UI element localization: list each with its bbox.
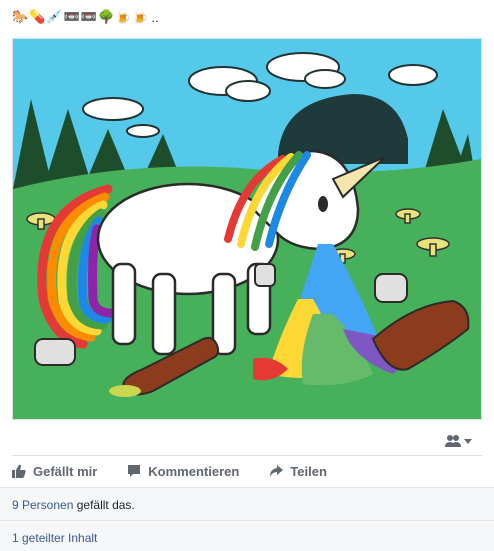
shares-row: 1 geteilter Inhalt bbox=[12, 530, 97, 546]
ellipsis: .. bbox=[151, 10, 159, 25]
beer-icon: 🍺 bbox=[132, 10, 149, 25]
cassette-icon: 📼 bbox=[63, 10, 80, 25]
chevron-down-icon bbox=[464, 438, 472, 444]
post-action-bar: Gefällt mir Kommentieren Teilen bbox=[12, 456, 482, 486]
post-text-emoji: 🐎 💊 💉 📼 📼 🌳 🍺 🍺 .. bbox=[12, 8, 159, 28]
comment-icon bbox=[128, 465, 141, 477]
tree-icon: 🌳 bbox=[97, 10, 115, 25]
likes-row: 9 Personen gefällt das. bbox=[12, 497, 135, 513]
like-label: Gefällt mir bbox=[33, 463, 98, 479]
likes-summary: 9 Personen gefällt das. bbox=[0, 487, 494, 521]
audience-selector[interactable] bbox=[445, 434, 472, 448]
like-button[interactable]: Gefällt mir bbox=[12, 464, 97, 479]
likes-suffix: gefällt das. bbox=[73, 498, 135, 512]
shares-link[interactable]: 1 geteilter Inhalt bbox=[12, 531, 97, 545]
likers-link[interactable]: 9 Personen bbox=[12, 498, 73, 512]
comment-label: Kommentieren bbox=[148, 463, 240, 479]
shares-summary: 1 geteilter Inhalt bbox=[0, 520, 494, 551]
horse-icon: 🐎 bbox=[12, 10, 29, 25]
facebook-post: 🐎 💊 💉 📼 📼 🌳 🍺 🍺 .. Gefällt mir Kommentie… bbox=[0, 0, 494, 551]
cassette-icon: 📼 bbox=[80, 10, 97, 25]
thumbs-up-icon bbox=[12, 464, 26, 478]
comment-button[interactable]: Kommentieren bbox=[127, 464, 239, 479]
share-button[interactable]: Teilen bbox=[269, 464, 327, 479]
share-label: Teilen bbox=[290, 463, 327, 479]
pill-icon: 💊 bbox=[29, 10, 46, 25]
share-icon bbox=[270, 465, 284, 477]
friends-icon bbox=[445, 435, 461, 447]
beer-icon: 🍺 bbox=[115, 10, 132, 25]
syringe-icon: 💉 bbox=[46, 10, 63, 25]
unicorn-drawing bbox=[13, 39, 481, 419]
post-photo[interactable] bbox=[12, 38, 482, 420]
